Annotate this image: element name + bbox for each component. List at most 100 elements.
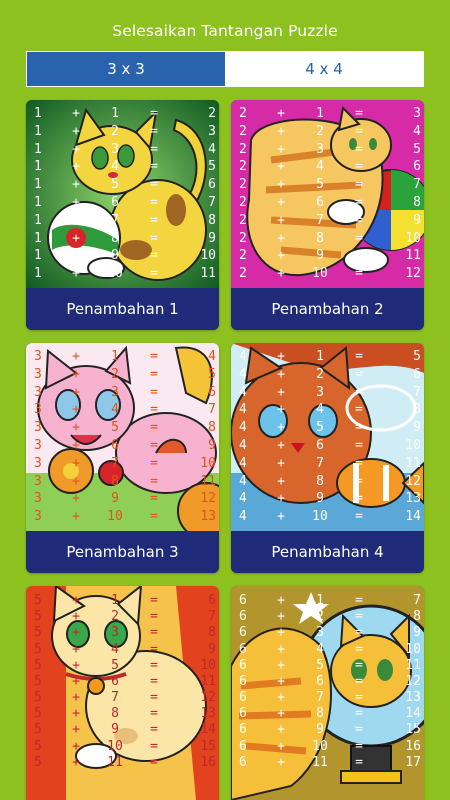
first-operand: 4 <box>239 491 247 507</box>
second-operand: 10 <box>312 266 328 282</box>
equals-sign: = <box>150 722 158 738</box>
plus-sign: + <box>72 491 80 507</box>
result: 5 <box>413 141 421 157</box>
plus-sign: + <box>72 754 80 770</box>
equation-grid-3: 3 +1 = 4 3 +2 = 5 3 +3 = 6 3 +4 = 7 3 +5 = 8 3 +6 = 9 3 +7 = 10 3 +8 =… <box>26 349 219 527</box>
second-operand: 6 <box>316 194 324 210</box>
plus-sign: + <box>277 455 285 471</box>
plus-sign: + <box>72 177 80 193</box>
first-operand: 2 <box>239 159 247 175</box>
result: 16 <box>405 738 421 754</box>
result: 10 <box>200 248 216 264</box>
second-operand: 7 <box>111 455 119 471</box>
plus-sign: + <box>277 593 285 608</box>
first-operand: 4 <box>239 455 247 471</box>
result: 3 <box>413 106 421 121</box>
equals-sign: = <box>150 349 158 364</box>
second-operand: 3 <box>111 384 119 400</box>
equals-sign: = <box>150 641 158 657</box>
equals-sign: = <box>150 194 158 210</box>
first-operand: 2 <box>239 194 247 210</box>
plus-sign: + <box>72 266 80 282</box>
first-operand: 2 <box>239 123 247 139</box>
equals-sign: = <box>150 593 158 608</box>
equals-sign: = <box>150 491 158 507</box>
result: 9 <box>413 625 421 641</box>
result: 12 <box>405 266 421 282</box>
first-operand: 4 <box>239 509 247 525</box>
plus-sign: + <box>72 641 80 657</box>
plus-sign: + <box>277 420 285 436</box>
equals-sign: = <box>355 384 363 400</box>
result: 13 <box>200 509 216 525</box>
puzzle-card-1[interactable]: 1 +1 = 2 1 +2 = 3 1 +3 = 4 1 +4 = 5 1 +5 = 6 1 +6 = 7 1 +7 = 8 1 +8 = 9… <box>26 100 219 330</box>
first-operand: 3 <box>34 473 42 489</box>
result: 13 <box>405 491 421 507</box>
equals-sign: = <box>355 673 363 689</box>
plus-sign: + <box>277 625 285 641</box>
first-operand: 4 <box>239 473 247 489</box>
plus-sign: + <box>277 177 285 193</box>
result: 15 <box>405 722 421 738</box>
equals-sign: = <box>355 194 363 210</box>
second-operand: 2 <box>111 123 119 139</box>
puzzle-card-5[interactable]: 5 +1 = 6 5 +2 = 7 5 +3 = 8 5 +4 = 9 5 +5 = 10 5 +6 = 11 5 +7 = 12 5 +… <box>26 586 219 800</box>
result: 10 <box>405 437 421 453</box>
second-operand: 9 <box>111 491 119 507</box>
result: 14 <box>200 722 216 738</box>
equals-sign: = <box>150 123 158 139</box>
plus-sign: + <box>72 690 80 706</box>
first-operand: 4 <box>239 437 247 453</box>
puzzle-card-2[interactable]: 2 +1 = 3 2 +2 = 4 2 +3 = 5 2 +4 = 6 2 +5 = 7 2 +6 = 8 2 +7 = 9 2 +8 = 1… <box>231 100 424 330</box>
equals-sign: = <box>355 754 363 770</box>
plus-sign: + <box>277 194 285 210</box>
equals-sign: = <box>355 738 363 754</box>
equals-sign: = <box>150 738 158 754</box>
first-operand: 4 <box>239 349 247 364</box>
tab-4x4[interactable]: 4 x 4 <box>225 52 423 86</box>
second-operand: 6 <box>111 194 119 210</box>
first-operand: 3 <box>34 455 42 471</box>
tab-3x3[interactable]: 3 x 3 <box>27 52 225 86</box>
result: 6 <box>208 384 216 400</box>
plus-sign: + <box>277 212 285 228</box>
equals-sign: = <box>355 609 363 625</box>
equals-sign: = <box>150 230 158 246</box>
second-operand: 9 <box>316 248 324 264</box>
equals-sign: = <box>355 248 363 264</box>
second-operand: 2 <box>316 123 324 139</box>
second-operand: 4 <box>111 402 119 418</box>
second-operand: 6 <box>111 673 119 689</box>
equals-sign: = <box>355 106 363 121</box>
second-operand: 2 <box>111 609 119 625</box>
plus-sign: + <box>277 706 285 722</box>
equation-grid-2: 2 +1 = 3 2 +2 = 4 2 +3 = 5 2 +4 = 6 2 +5 = 7 2 +6 = 8 2 +7 = 9 2 +8 = 1… <box>231 106 424 284</box>
equals-sign: = <box>150 625 158 641</box>
first-operand: 6 <box>239 754 247 770</box>
equals-sign: = <box>355 625 363 641</box>
plus-sign: + <box>277 266 285 282</box>
second-operand: 3 <box>111 141 119 157</box>
plus-sign: + <box>277 402 285 418</box>
puzzle-card-3[interactable]: 3 +1 = 4 3 +2 = 5 3 +3 = 6 3 +4 = 7 3 +5 = 8 3 +6 = 9 3 +7 = 10 3 +8 =… <box>26 343 219 573</box>
first-operand: 3 <box>34 366 42 382</box>
second-operand: 7 <box>316 212 324 228</box>
first-operand: 3 <box>34 437 42 453</box>
second-operand: 10 <box>107 509 123 525</box>
first-operand: 5 <box>34 657 42 673</box>
puzzle-card-4[interactable]: 4 +1 = 5 4 +2 = 6 4 +3 = 7 4 +4 = 8 4 +5 = 9 4 +6 = 10 4 +7 = 11 4 +8… <box>231 343 424 573</box>
first-operand: 4 <box>239 366 247 382</box>
puzzle-card-6[interactable]: 6 +1 = 7 6 +2 = 8 6 +3 = 9 6 +4 = 10 6 +5 = 11 6 +6 = 12 6 +7 = 13 6… <box>231 586 424 800</box>
equals-sign: = <box>150 509 158 525</box>
result: 8 <box>413 402 421 418</box>
result: 13 <box>405 690 421 706</box>
second-operand: 2 <box>111 366 119 382</box>
first-operand: 5 <box>34 609 42 625</box>
first-operand: 3 <box>34 402 42 418</box>
equals-sign: = <box>355 402 363 418</box>
result: 4 <box>208 141 216 157</box>
result: 7 <box>208 609 216 625</box>
second-operand: 10 <box>312 738 328 754</box>
result: 17 <box>405 754 421 770</box>
first-operand: 5 <box>34 690 42 706</box>
